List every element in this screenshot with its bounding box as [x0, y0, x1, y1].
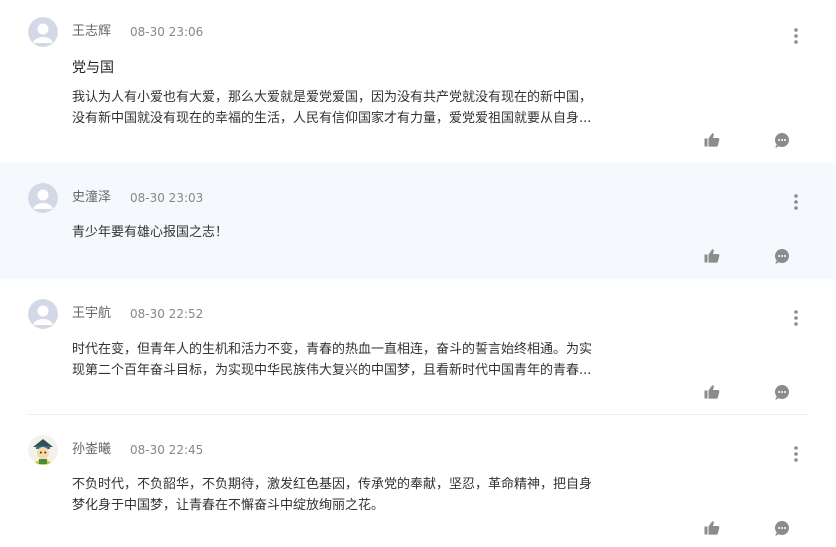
like-button[interactable]: [703, 383, 721, 401]
comment-author[interactable]: 王志辉: [72, 23, 111, 41]
avatar[interactable]: [28, 17, 58, 47]
more-options-button[interactable]: [786, 26, 806, 46]
comment-time: 08-30 22:52: [130, 307, 204, 321]
comment-text-line: 现第二个百年奋斗目标，为实现中华民族伟大复兴的中国梦，且看新时代中国青年的青春.…: [72, 363, 592, 378]
more-options-button[interactable]: [786, 444, 806, 464]
thumbs-up-icon: [704, 249, 720, 263]
comment-time: 08-30 22:45: [130, 443, 204, 457]
comment-time: 08-30 23:03: [130, 191, 204, 205]
comment-text-line: 我认为人有小爱也有大爱，那么大爱就是爱党爱国，因为没有共产党就没有现在的新中国，: [72, 90, 593, 105]
comment-author[interactable]: 王宇航: [72, 305, 111, 323]
comment-item: 史潼泽 08-30 23:03 青少年要有雄心报国之志！: [0, 163, 836, 279]
like-button[interactable]: [703, 247, 721, 265]
comment-text: 青少年要有雄心报国之志！: [72, 222, 636, 243]
comment-bubble-icon: [775, 521, 789, 536]
comment-text-line: 没有新中国就没有现在的幸福的生活，人民有信仰国家才有力量，爱党爱祖国就要从自身.…: [72, 111, 592, 126]
comment-bubble-icon: [775, 133, 789, 148]
reply-button[interactable]: [773, 131, 791, 149]
comment-bubble-icon: [775, 249, 789, 264]
thumbs-up-icon: [704, 521, 720, 535]
comment-time: 08-30 23:06: [130, 25, 204, 39]
more-options-button[interactable]: [786, 308, 806, 328]
default-avatar-icon: [28, 299, 58, 329]
more-options-button[interactable]: [786, 192, 806, 212]
more-vertical-icon: [794, 446, 798, 462]
more-vertical-icon: [794, 28, 798, 44]
like-button[interactable]: [703, 519, 721, 537]
reply-button[interactable]: [773, 247, 791, 265]
comment-text: 时代在变，但青年人的生机和活力不变，青春的热血一直相连，奋斗的誓言始终相通。为实…: [72, 339, 636, 381]
comment-author[interactable]: 孙崟曦: [72, 441, 111, 459]
cartoon-avatar-icon: [28, 435, 58, 465]
thumbs-up-icon: [704, 385, 720, 399]
comment-text-line: 不负时代，不负韶华，不负期待，激发红色基因，传承党的奉献，坚忍，革命精神，把自身: [72, 477, 593, 492]
comment-item: 王志辉 08-30 23:06 党与国 我认为人有小爱也有大爱，那么大爱就是爱党…: [0, 0, 836, 162]
comment-text: 不负时代，不负韶华，不负期待，激发红色基因，传承党的奉献，坚忍，革命精神，把自身…: [72, 474, 636, 516]
reply-button[interactable]: [773, 383, 791, 401]
comment-item: 王宇航 08-30 22:52 时代在变，但青年人的生机和活力不变，青春的热血一…: [0, 280, 836, 415]
divider: [28, 414, 808, 415]
comment-item: 孙崟曦 08-30 22:45 不负时代，不负韶华，不负期待，激发红色基因，传承…: [0, 416, 836, 547]
more-vertical-icon: [794, 194, 798, 210]
comment-text-line: 青少年要有雄心报国之志！: [72, 225, 229, 240]
default-avatar-icon: [28, 183, 58, 213]
default-avatar-icon: [28, 17, 58, 47]
comment-text: 我认为人有小爱也有大爱，那么大爱就是爱党爱国，因为没有共产党就没有现在的新中国，…: [72, 87, 636, 129]
reply-button[interactable]: [773, 519, 791, 537]
comment-bubble-icon: [775, 385, 789, 400]
avatar[interactable]: [28, 299, 58, 329]
avatar[interactable]: [28, 183, 58, 213]
comment-text-line: 梦化身于中国梦，让青春在不懈奋斗中绽放绚丽之花。: [72, 498, 385, 513]
comment-title: 党与国: [72, 60, 114, 76]
comment-text-line: 时代在变，但青年人的生机和活力不变，青春的热血一直相连，奋斗的誓言始终相通。为实: [72, 342, 593, 357]
like-button[interactable]: [703, 131, 721, 149]
avatar[interactable]: [28, 435, 58, 465]
comment-author[interactable]: 史潼泽: [72, 189, 111, 207]
more-vertical-icon: [794, 310, 798, 326]
thumbs-up-icon: [704, 133, 720, 147]
